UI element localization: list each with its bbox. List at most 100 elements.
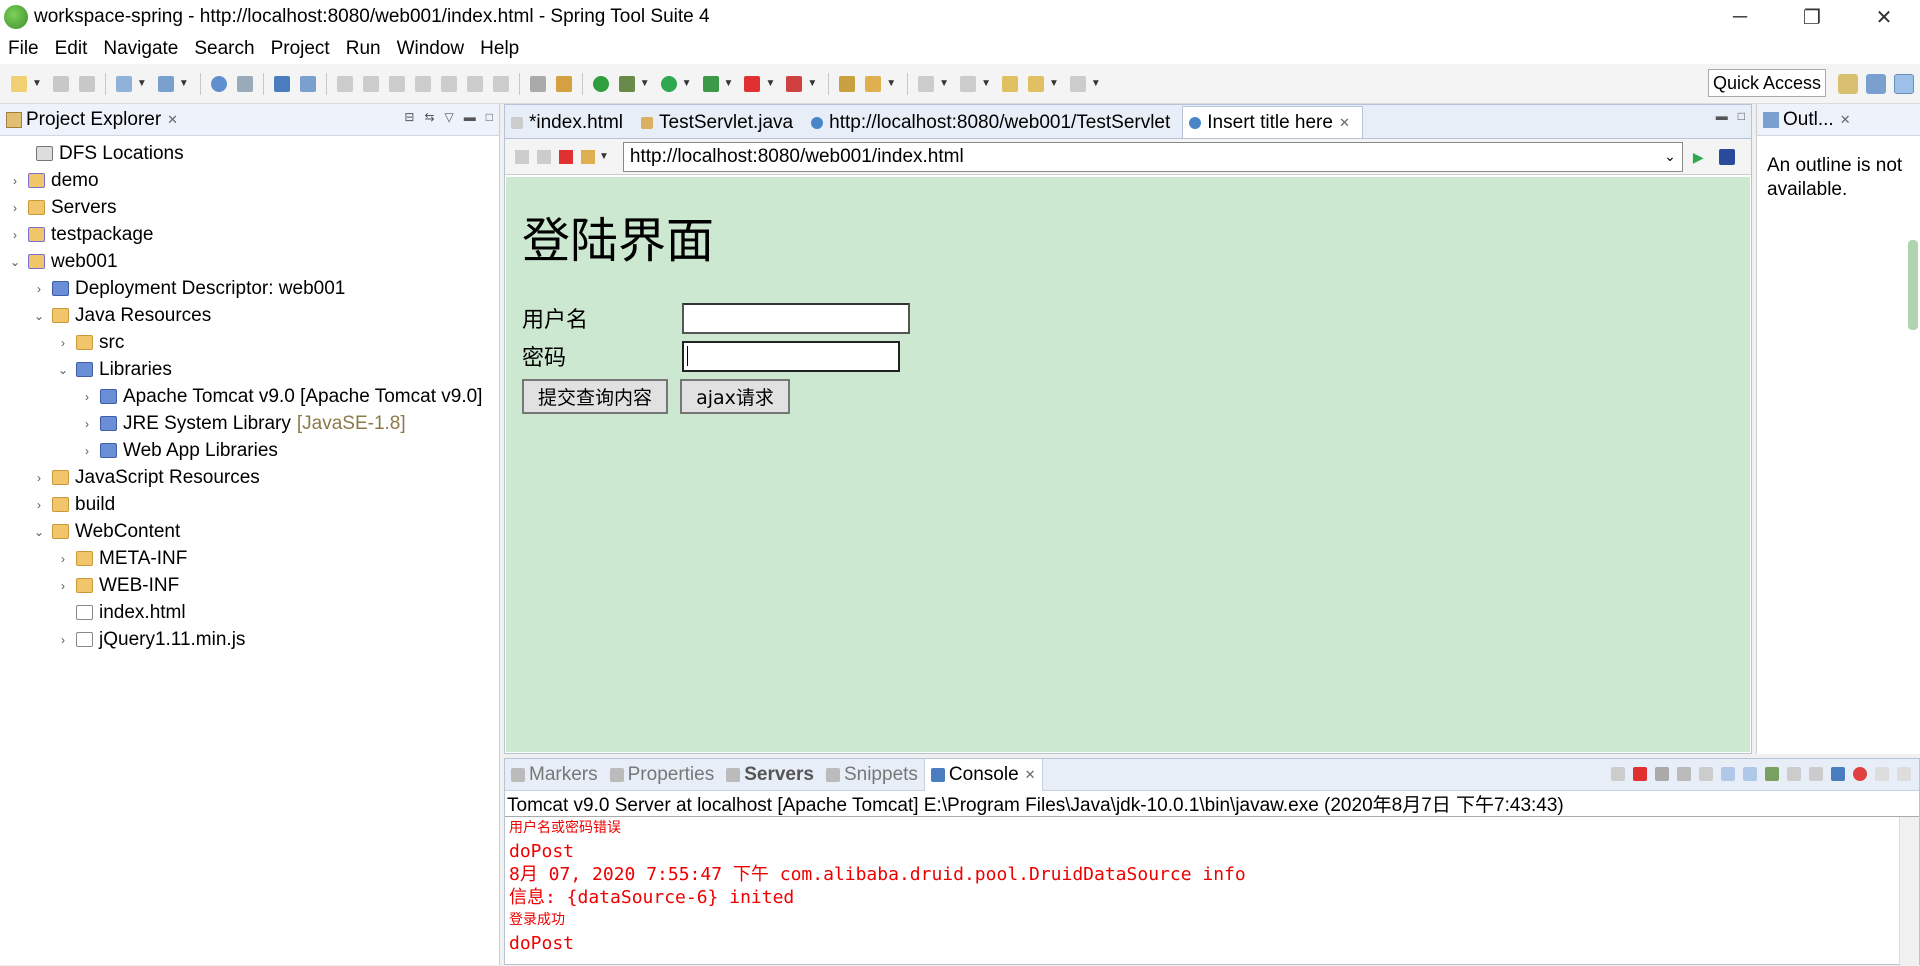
chevron-down-icon[interactable]: ⌄: [32, 309, 46, 323]
menu-project[interactable]: Project: [263, 38, 338, 60]
remove-all-icon[interactable]: [1655, 767, 1669, 781]
dropdown-arrow-icon[interactable]: ▼: [886, 78, 896, 89]
menu-run[interactable]: Run: [338, 38, 389, 60]
tree-item[interactable]: DFS Locations: [0, 140, 499, 167]
ajax-button[interactable]: ajax请求: [680, 379, 790, 414]
display-console-icon[interactable]: [1787, 767, 1801, 781]
close-icon[interactable]: ✕: [167, 112, 178, 128]
coverage-icon[interactable]: [702, 75, 719, 92]
tree-item[interactable]: › src: [0, 329, 499, 356]
close-icon[interactable]: ✕: [1840, 112, 1851, 128]
minimize-button[interactable]: ─: [1704, 0, 1776, 34]
spring-boot-icon[interactable]: [592, 75, 609, 92]
open-console-icon[interactable]: [1809, 767, 1823, 781]
maximize-view-icon[interactable]: [1897, 767, 1911, 781]
dropdown-arrow-icon[interactable]: ▼: [1091, 78, 1101, 89]
collapse-all-icon[interactable]: ⊟: [404, 110, 414, 124]
java-ee-perspective-icon[interactable]: [1866, 74, 1886, 94]
close-icon[interactable]: ✕: [1339, 115, 1350, 131]
minimize-view-icon[interactable]: ▬: [1716, 109, 1728, 123]
tree-item[interactable]: › Apache Tomcat v9.0 [Apache Tomcat v9.0]: [0, 383, 499, 410]
chevron-right-icon[interactable]: ›: [56, 552, 70, 566]
skip-breakpoints-icon[interactable]: [555, 75, 572, 92]
next-annotation-icon[interactable]: [918, 75, 935, 92]
menu-window[interactable]: Window: [389, 38, 473, 60]
chevron-right-icon[interactable]: ›: [32, 471, 46, 485]
tab-testservlet-url[interactable]: http://localhost:8080/web001/TestServlet: [805, 108, 1182, 138]
close-icon[interactable]: ✕: [1025, 767, 1036, 783]
save-icon[interactable]: [52, 75, 69, 92]
tree-item[interactable]: › JavaScript Resources: [0, 464, 499, 491]
open-external-browser-icon[interactable]: [1718, 148, 1735, 165]
dropdown-arrow-icon[interactable]: ▼: [939, 78, 949, 89]
back-icon[interactable]: [1027, 75, 1044, 92]
chevron-right-icon[interactable]: ›: [80, 417, 94, 431]
minimize-view-icon[interactable]: [1875, 767, 1889, 781]
terminate-icon[interactable]: [1633, 767, 1647, 781]
open-type-icon[interactable]: [157, 75, 174, 92]
menu-navigate[interactable]: Navigate: [95, 38, 186, 60]
tab-properties[interactable]: Properties: [604, 759, 721, 791]
remove-launch-icon[interactable]: [1611, 767, 1625, 781]
chevron-right-icon[interactable]: ›: [56, 633, 70, 647]
go-icon[interactable]: ▶: [1693, 149, 1709, 165]
pin-icon[interactable]: [299, 75, 316, 92]
chevron-right-icon[interactable]: ›: [8, 201, 22, 215]
tab-index-html[interactable]: *index.html: [505, 108, 635, 138]
password-field[interactable]: [682, 340, 900, 372]
pencil-icon[interactable]: [865, 75, 882, 92]
forward-icon[interactable]: [1069, 75, 1086, 92]
tree-item[interactable]: › jQuery1.11.min.js: [0, 626, 499, 653]
tab-outline[interactable]: Outl... ✕: [1757, 104, 1857, 136]
step-over-icon[interactable]: [466, 75, 483, 92]
tab-project-explorer[interactable]: Project Explorer ✕: [0, 104, 184, 136]
scrollbar-thumb[interactable]: [1908, 240, 1918, 330]
url-input[interactable]: http://localhost:8080/web001/index.html …: [622, 141, 1683, 172]
dropdown-arrow-icon[interactable]: ▼: [981, 78, 991, 89]
link-editor-icon[interactable]: ⇆: [424, 110, 434, 124]
scroll-lock-icon[interactable]: [1699, 767, 1713, 781]
word-wrap-icon[interactable]: [1721, 767, 1735, 781]
open-perspective-icon[interactable]: [1838, 74, 1858, 94]
pin-console-icon[interactable]: [1765, 767, 1779, 781]
console-icon[interactable]: [273, 75, 290, 92]
tab-servers[interactable]: Servers: [720, 759, 820, 791]
back-arrow-icon[interactable]: [515, 149, 529, 164]
dropdown-arrow-icon[interactable]: ▼: [1049, 78, 1059, 89]
view-menu-icon[interactable]: ▽: [445, 110, 454, 124]
spring-perspective-icon[interactable]: [1894, 74, 1914, 94]
chevron-right-icon[interactable]: ›: [56, 336, 70, 350]
menu-edit[interactable]: Edit: [47, 38, 96, 60]
chevron-right-icon[interactable]: ›: [32, 282, 46, 296]
search-icon[interactable]: [236, 75, 253, 92]
tab-insert-title-here[interactable]: Insert title here ✕: [1182, 106, 1363, 138]
quick-access-input[interactable]: Quick Access: [1708, 69, 1826, 97]
menu-file[interactable]: File: [0, 38, 47, 60]
tree-item[interactable]: › JRE System Library [JavaSE-1.8]: [0, 410, 499, 437]
terminate-icon[interactable]: [388, 75, 405, 92]
tab-snippets[interactable]: Snippets: [820, 759, 924, 791]
clear-console-icon[interactable]: [1677, 767, 1691, 781]
step-return-icon[interactable]: [492, 75, 509, 92]
dropdown-arrow-icon[interactable]: ▼: [32, 78, 42, 89]
tree-item[interactable]: › Servers: [0, 194, 499, 221]
step-into-icon[interactable]: [440, 75, 457, 92]
dropdown-arrow-icon[interactable]: ▼: [179, 78, 189, 89]
show-console-icon[interactable]: [1743, 767, 1757, 781]
menu-search[interactable]: Search: [186, 38, 262, 60]
username-field[interactable]: [682, 302, 910, 334]
forward-arrow-icon[interactable]: [537, 149, 551, 164]
chevron-right-icon[interactable]: ›: [32, 498, 46, 512]
tree-item[interactable]: › build: [0, 491, 499, 518]
close-button[interactable]: ✕: [1848, 0, 1920, 34]
error-icon[interactable]: [1853, 767, 1867, 781]
maximize-view-icon[interactable]: □: [1738, 109, 1745, 123]
tab-markers[interactable]: Markers: [505, 759, 604, 791]
tree-item[interactable]: › WEB-INF: [0, 572, 499, 599]
console-scrollbar[interactable]: [1899, 817, 1919, 966]
disconnect-icon[interactable]: [414, 75, 431, 92]
open-folder-icon[interactable]: [839, 75, 856, 92]
refresh-icon[interactable]: [581, 149, 595, 164]
stop-icon[interactable]: [744, 75, 761, 92]
external-tools-icon[interactable]: [786, 75, 803, 92]
